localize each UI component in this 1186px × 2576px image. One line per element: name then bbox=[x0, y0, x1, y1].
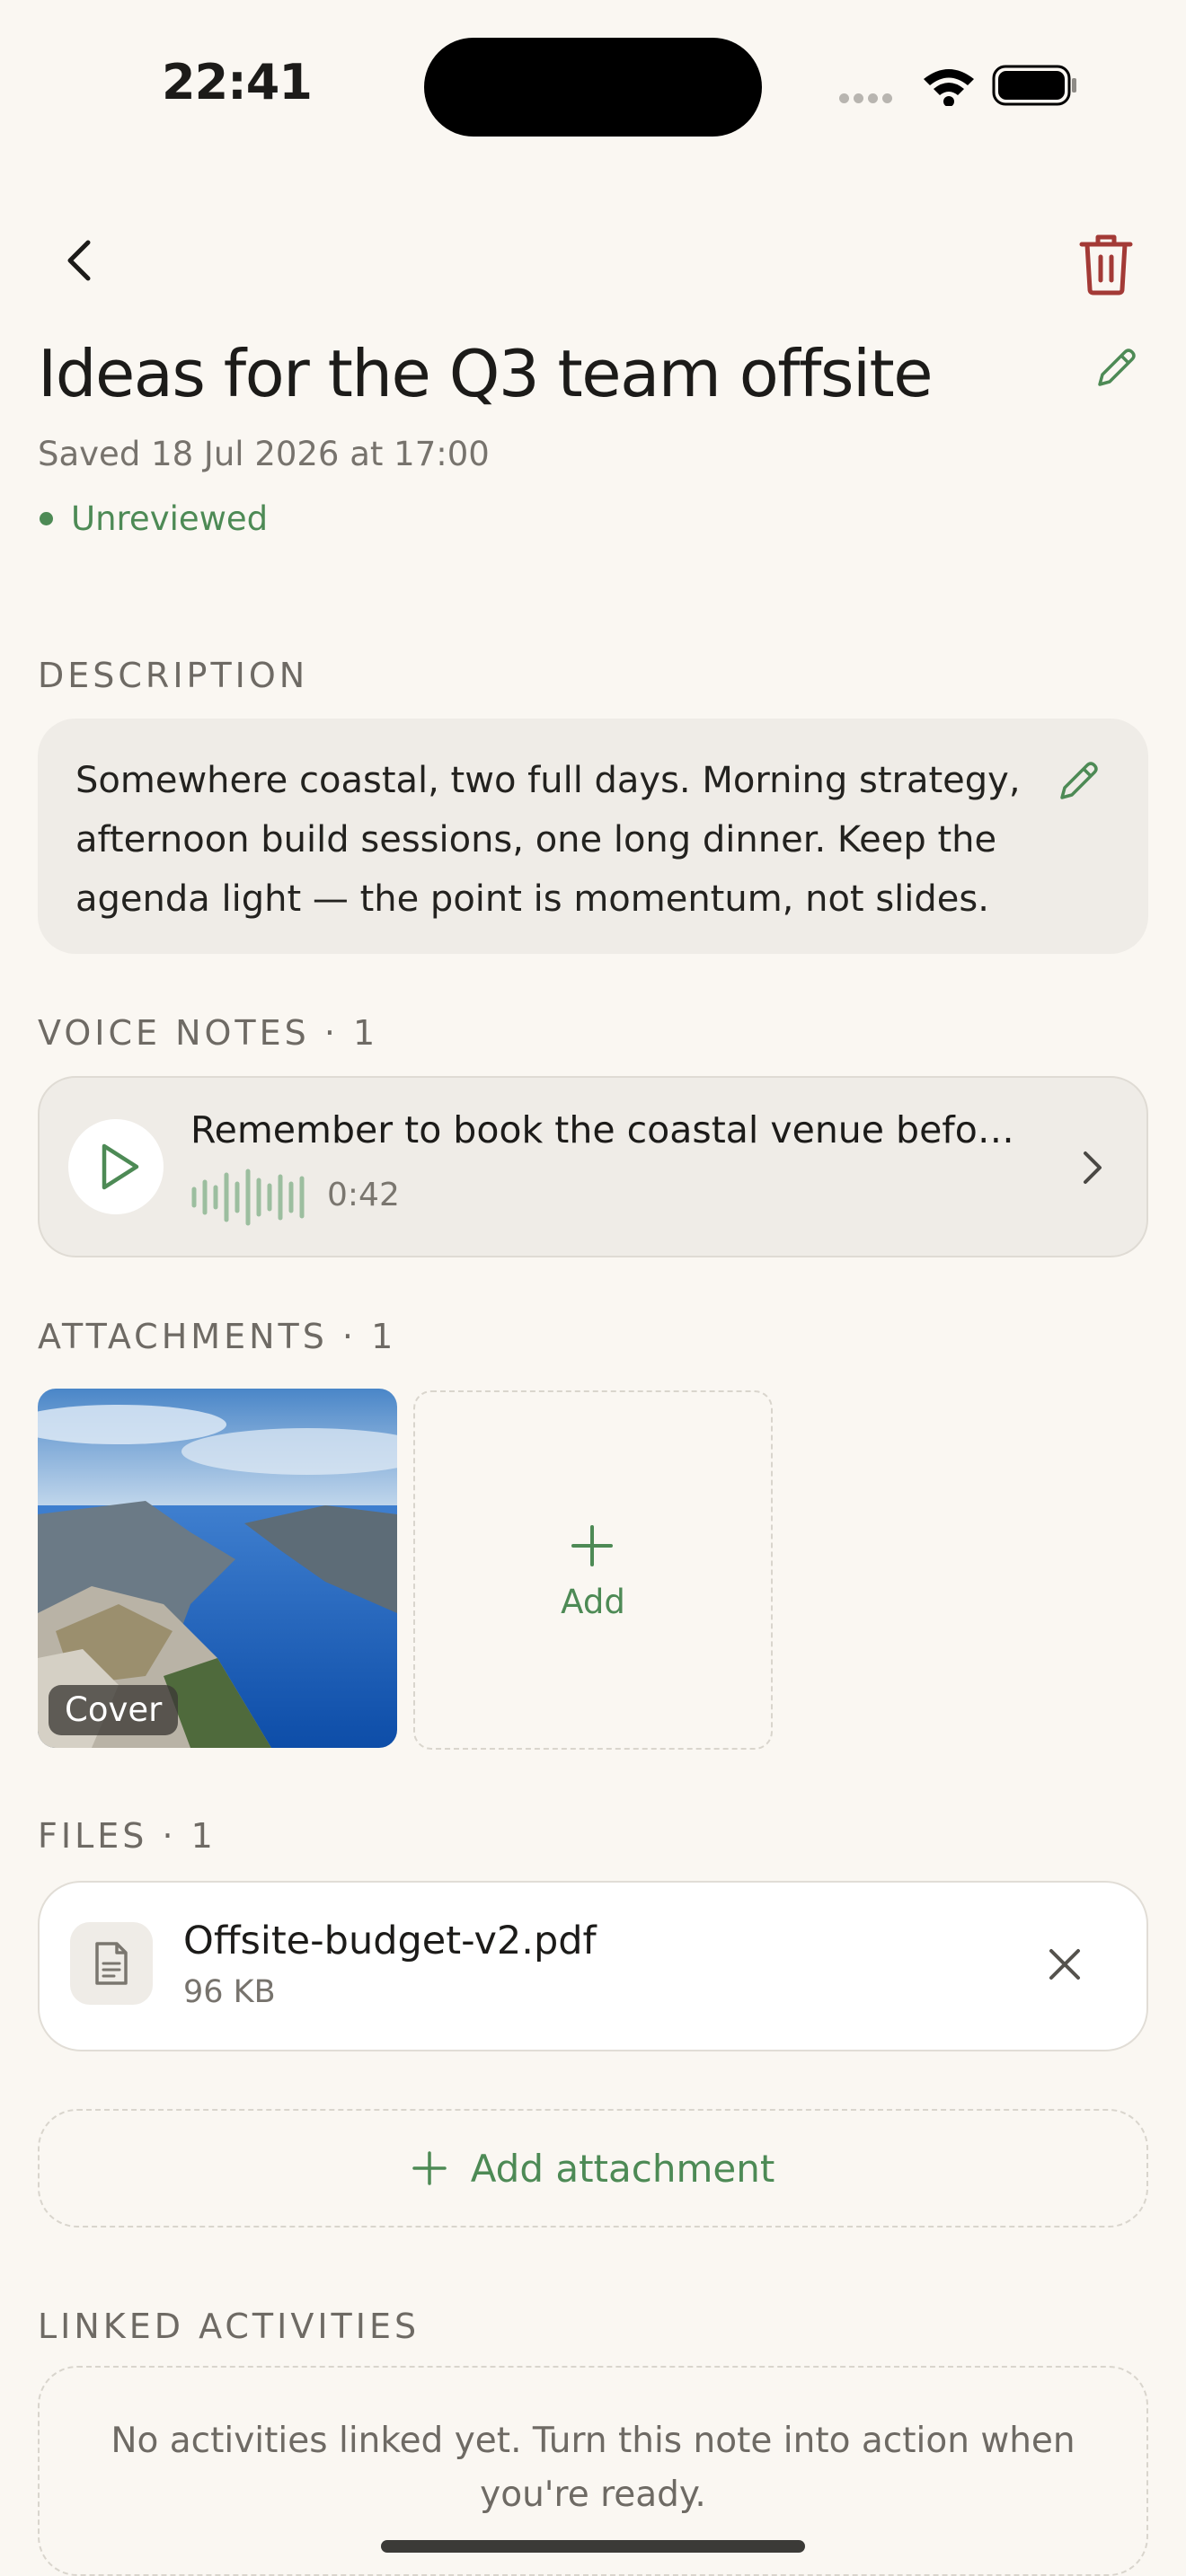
document-icon bbox=[95, 1942, 128, 1985]
file-name: Offsite-budget-v2.pdf bbox=[183, 1919, 597, 1963]
play-icon bbox=[102, 1143, 139, 1190]
home-indicator[interactable] bbox=[381, 2540, 805, 2553]
cover-badge: Cover bbox=[49, 1685, 179, 1735]
waveform-icon bbox=[191, 1169, 305, 1226]
edit-title-icon[interactable] bbox=[1091, 343, 1141, 393]
add-attachment-button[interactable]: Add attachment bbox=[38, 2109, 1148, 2228]
add-image-label: Add bbox=[561, 1583, 625, 1621]
saved-timestamp: Saved 18 Jul 2026 at 17:00 bbox=[38, 435, 490, 473]
linked-activities-heading: LINKED ACTIVITIES bbox=[38, 2307, 420, 2346]
note-title: Ideas for the Q3 team offsite bbox=[38, 336, 934, 411]
voice-notes-heading: VOICE NOTES · 1 bbox=[38, 1013, 379, 1053]
file-size: 96 KB bbox=[183, 1974, 276, 2010]
linked-activities-empty-text: No activities linked yet. Turn this note… bbox=[111, 2421, 1075, 2515]
battery-icon bbox=[992, 65, 1076, 106]
back-icon[interactable] bbox=[56, 235, 106, 286]
plus-icon bbox=[412, 2151, 447, 2185]
trash-icon[interactable] bbox=[1076, 232, 1136, 296]
edit-description-icon[interactable] bbox=[1053, 756, 1103, 807]
remove-file-icon[interactable] bbox=[1044, 1944, 1085, 1985]
voice-note-duration: 0:42 bbox=[327, 1177, 400, 1213]
add-image-tile[interactable]: Add bbox=[413, 1390, 773, 1750]
add-attachment-label: Add attachment bbox=[470, 2146, 775, 2191]
cellular-signal-icon bbox=[839, 90, 897, 107]
voice-note-title: Remember to book the coastal venue befor… bbox=[190, 1108, 1026, 1151]
description-text: Somewhere coastal, two full days. Mornin… bbox=[75, 760, 1021, 920]
status-time: 22:41 bbox=[162, 54, 313, 110]
file-row[interactable] bbox=[38, 1881, 1148, 2051]
play-button[interactable] bbox=[68, 1119, 164, 1214]
review-status: Unreviewed bbox=[38, 499, 268, 538]
review-status-label: Unreviewed bbox=[71, 499, 269, 538]
files-heading: FILES · 1 bbox=[38, 1816, 217, 1856]
wifi-icon bbox=[924, 69, 974, 106]
file-icon-container bbox=[70, 1922, 153, 2005]
plus-icon bbox=[571, 1525, 613, 1566]
dynamic-island bbox=[424, 38, 762, 137]
status-dot bbox=[40, 512, 53, 525]
description-heading: DESCRIPTION bbox=[38, 656, 309, 695]
attachments-heading: ATTACHMENTS · 1 bbox=[38, 1317, 397, 1356]
chevron-right-icon bbox=[1084, 1151, 1102, 1184]
